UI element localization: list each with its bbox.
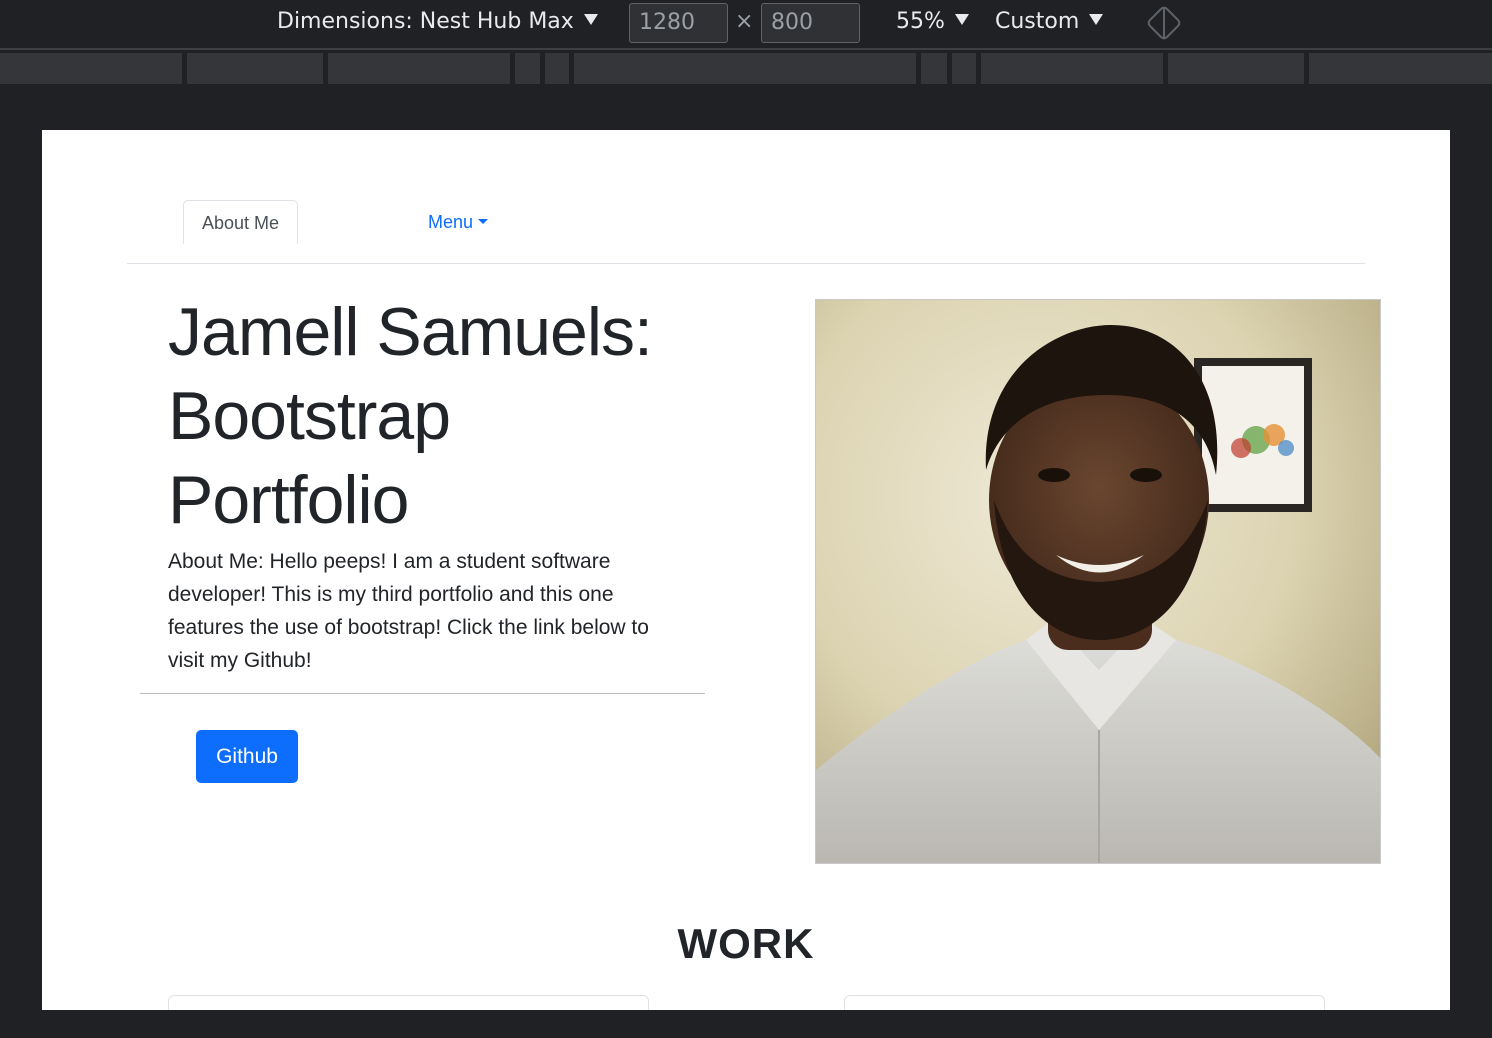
tab-about-me[interactable]: About Me (183, 200, 298, 244)
media-query-segment[interactable] (952, 53, 976, 84)
device-viewport: About Me Menu Jamell Samuels: Bootstrap … (42, 130, 1450, 1010)
devtools-device-toolbar: Dimensions: Nest Hub Max 1280 × 800 55% … (0, 0, 1492, 48)
github-button[interactable]: Github (196, 730, 298, 783)
throttle-label: Custom (995, 9, 1080, 34)
chevron-down-icon (954, 14, 969, 25)
device-dropdown[interactable]: Dimensions: Nest Hub Max (277, 9, 598, 34)
throttle-dropdown[interactable]: Custom (995, 9, 1104, 34)
media-query-segment[interactable] (515, 53, 540, 84)
page-title: Jamell Samuels: Bootstrap Portfolio (168, 294, 653, 538)
media-query-segment[interactable] (545, 53, 569, 84)
height-input[interactable]: 800 (761, 3, 860, 43)
profile-photo (815, 299, 1381, 864)
media-query-segment[interactable] (921, 53, 947, 84)
media-query-segment[interactable] (574, 53, 916, 84)
chevron-down-icon (583, 14, 598, 25)
media-query-bar (0, 53, 1492, 85)
menu-dropdown[interactable]: Menu (428, 212, 489, 233)
zoom-dropdown[interactable]: 55% (896, 9, 969, 34)
rotate-icon[interactable] (1145, 4, 1183, 42)
nav-tabs-border (127, 263, 1365, 264)
menu-label: Menu (428, 212, 474, 232)
work-card (168, 995, 649, 1010)
media-query-segment[interactable] (0, 53, 182, 84)
work-card (844, 995, 1325, 1010)
zoom-label: 55% (896, 9, 945, 34)
toolbar-divider (0, 48, 1492, 50)
times-icon: × (735, 9, 754, 34)
about-text: About Me: Hello peeps! I am a student so… (168, 550, 649, 672)
profile-photo-drawing (816, 300, 1380, 863)
media-query-segment[interactable] (187, 53, 323, 84)
chevron-down-icon (1089, 14, 1104, 25)
divider (140, 693, 705, 694)
device-label: Dimensions: Nest Hub Max (277, 9, 574, 34)
media-query-segment[interactable] (1168, 53, 1304, 84)
media-query-segment[interactable] (1309, 53, 1492, 84)
media-query-segment[interactable] (328, 53, 510, 84)
width-input[interactable]: 1280 (629, 3, 728, 43)
caret-down-icon (478, 219, 489, 224)
work-heading: WORK (677, 920, 815, 967)
media-query-segment[interactable] (981, 53, 1163, 84)
